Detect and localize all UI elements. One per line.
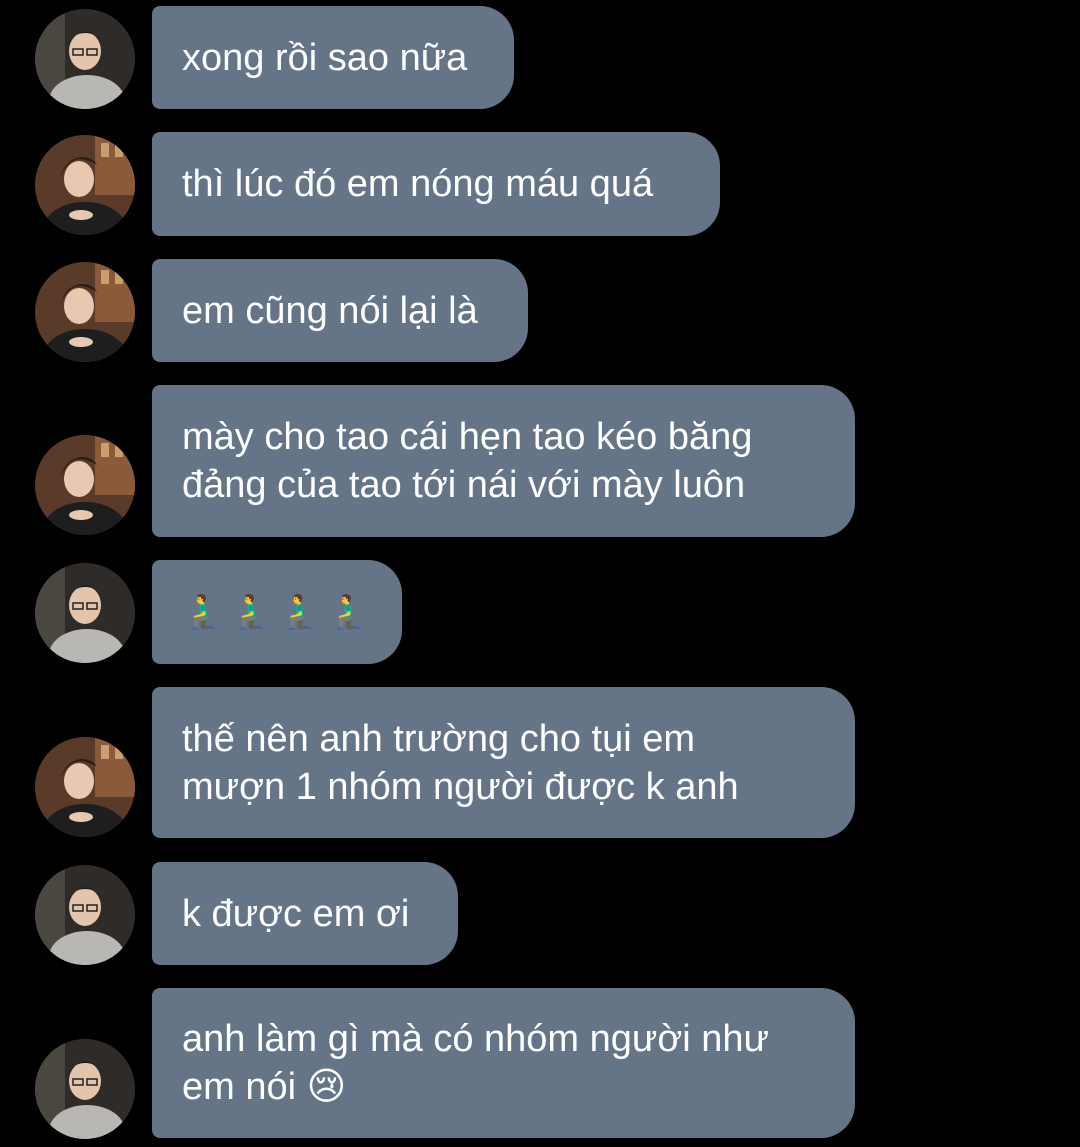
avatar-glasses-icon[interactable] <box>35 865 135 965</box>
avatar-suit-icon[interactable] <box>35 135 135 235</box>
avatar-suit-icon[interactable] <box>35 737 135 837</box>
message-bubble[interactable]: em cũng nói lại là <box>152 259 528 362</box>
message-bubble[interactable]: xong rồi sao nữa <box>152 6 514 109</box>
avatar-glasses-icon[interactable] <box>35 9 135 109</box>
message-text: k được em ơi <box>182 892 410 935</box>
message-text: mượn 1 nhóm người được k anh <box>182 765 739 808</box>
message-text: em nói 😢 <box>182 1066 347 1108</box>
message-text: xong rồi sao nữa <box>182 36 468 79</box>
avatar-suit-icon[interactable] <box>35 435 135 535</box>
message-text: đảng của tao tới nái với mày luôn <box>182 464 746 506</box>
message-text: em cũng nói lại là <box>182 289 478 332</box>
message-bubble[interactable]: 🧎‍♂️🧎‍♂️🧎‍♂️🧎‍♂️ <box>152 560 402 664</box>
message-bubble[interactable]: thì lúc đó em nóng máu quá <box>152 132 720 236</box>
avatar-glasses-icon[interactable] <box>35 1039 135 1139</box>
message-bubble[interactable]: mày cho tao cái hẹn tao kéo băng đảng củ… <box>152 385 855 537</box>
message-text: anh làm gì mà có nhóm người như <box>182 1018 769 1060</box>
kneeling-emoji: 🧎‍♂️🧎‍♂️🧎‍♂️🧎‍♂️ <box>182 593 376 631</box>
message-text: thì lúc đó em nóng máu quá <box>182 163 654 205</box>
message-text: mày cho tao cái hẹn tao kéo băng <box>182 416 753 458</box>
message-text: thế nên anh trường cho tụi em <box>182 717 695 760</box>
message-bubble[interactable]: anh làm gì mà có nhóm người như em nói 😢 <box>152 988 855 1138</box>
message-bubble[interactable]: k được em ơi <box>152 862 458 965</box>
avatar-suit-icon[interactable] <box>35 262 135 362</box>
message-bubble[interactable]: thế nên anh trường cho tụi em mượn 1 nhó… <box>152 687 855 838</box>
avatar-glasses-icon[interactable] <box>35 563 135 663</box>
